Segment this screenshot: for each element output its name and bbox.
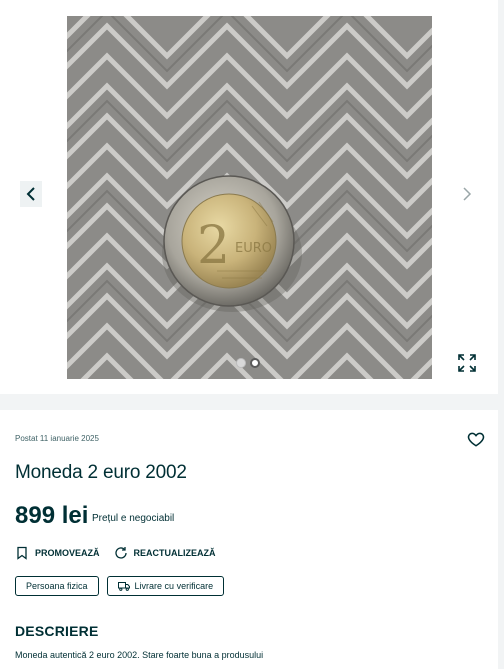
delivery-label: Livrare cu verificare [134, 581, 214, 591]
previous-image-button[interactable] [20, 181, 42, 207]
refresh-listing-button[interactable]: REACTUALIZEAZĂ [114, 546, 216, 560]
listing-price: 899 lei [15, 502, 89, 529]
fullscreen-button[interactable] [458, 354, 476, 372]
listing-photo[interactable]: 2 EURO [67, 16, 432, 379]
bookmark-icon [17, 546, 27, 560]
posted-date: Postat 11 ianuarie 2025 [15, 434, 99, 443]
refresh-label: REACTUALIZEAZĂ [133, 548, 216, 558]
negotiable-label: Prețul e negociabil [92, 513, 175, 524]
favorite-button[interactable] [467, 430, 485, 448]
refresh-icon [114, 547, 127, 559]
chevron-left-icon [26, 187, 35, 201]
listing-tags: Persoana fizica Livrare cu verificare [15, 576, 225, 596]
heart-icon [467, 432, 485, 447]
slide-indicator [236, 358, 260, 368]
seller-type-label: Persoana fizica [26, 581, 88, 591]
slide-dot-active[interactable] [250, 358, 260, 368]
description-text: Moneda autentică 2 euro 2002. Stare foar… [15, 650, 264, 660]
image-gallery: 2 EURO [0, 0, 498, 394]
listing-actions: PROMOVEAZĂ REACTUALIZEAZĂ [15, 546, 230, 560]
truck-icon [117, 582, 130, 591]
seller-type-tag: Persoana fizica [15, 576, 99, 596]
promote-button[interactable]: PROMOVEAZĂ [15, 546, 100, 560]
expand-icon [458, 354, 476, 372]
svg-text:2: 2 [197, 216, 230, 276]
chevron-right-icon [463, 187, 472, 201]
description-heading: DESCRIERE [15, 623, 99, 639]
next-image-button[interactable] [456, 181, 478, 207]
listing-title: Moneda 2 euro 2002 [15, 462, 187, 483]
slide-dot[interactable] [236, 358, 246, 368]
listing-details-card: Postat 11 ianuarie 2025 Moneda 2 euro 20… [0, 410, 498, 669]
promote-label: PROMOVEAZĂ [35, 548, 100, 558]
delivery-tag[interactable]: Livrare cu verificare [106, 576, 225, 596]
svg-text:EURO: EURO [235, 241, 272, 256]
